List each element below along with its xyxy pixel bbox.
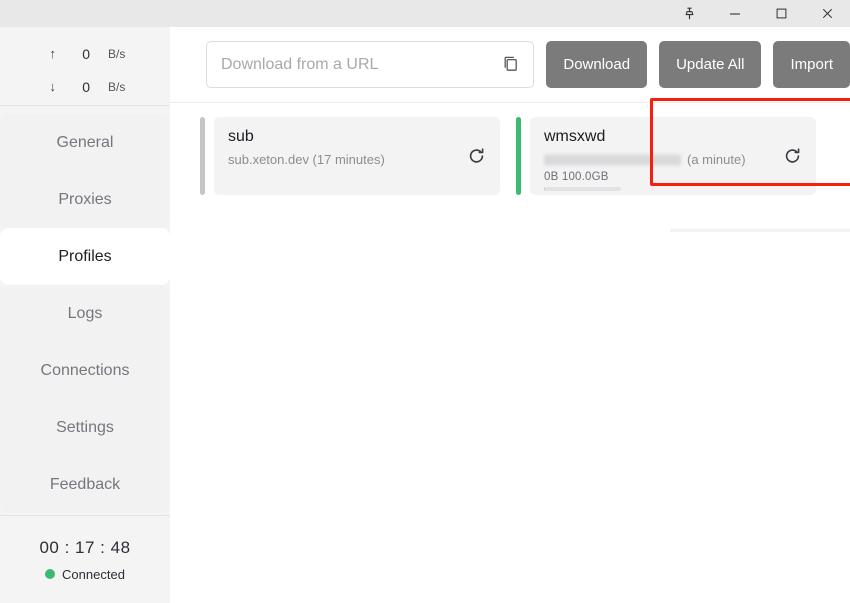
refresh-icon[interactable] <box>783 147 802 166</box>
speed-indicator: ↑ 0 B/s ↓ 0 B/s <box>0 27 170 106</box>
profile-accent-bar <box>516 117 521 195</box>
profiles-toolbar: Download Update All Import <box>170 27 850 103</box>
usage-meter-fill <box>544 187 545 191</box>
sidebar-item-label: Settings <box>56 418 114 436</box>
app-window: ↑ 0 B/s ↓ 0 B/s General Proxies Profiles <box>0 0 850 603</box>
profile-source-url: sub.xeton.dev (17 minutes) <box>228 152 385 167</box>
upload-speed-value: 0 <box>82 45 90 62</box>
sidebar-item-label: Profiles <box>58 247 112 265</box>
horizontal-scrollbar[interactable] <box>670 229 850 232</box>
upload-speed-row: ↑ 0 B/s <box>0 37 170 70</box>
sidebar-item-label: General <box>56 133 114 151</box>
status-dot-icon <box>45 569 56 579</box>
profile-subtitle: (a minute) <box>544 151 802 168</box>
redacted-url <box>544 153 681 166</box>
url-input-wrapper <box>206 41 535 88</box>
refresh-icon[interactable] <box>467 147 486 166</box>
profile-update-time: (a minute) <box>687 152 746 167</box>
maximize-icon[interactable] <box>758 0 804 27</box>
download-speed-value: 0 <box>82 78 90 95</box>
url-input[interactable] <box>206 41 535 88</box>
sidebar: ↑ 0 B/s ↓ 0 B/s General Proxies Profiles <box>0 27 170 603</box>
profile-title: wmsxwd <box>544 128 606 145</box>
profile-card[interactable]: sub sub.xeton.dev (17 minutes) <box>200 117 500 195</box>
download-speed-row: ↓ 0 B/s <box>0 70 170 103</box>
usage-meter <box>544 187 621 191</box>
sidebar-item-label: Connections <box>40 361 130 379</box>
connection-status-panel: 00 : 17 : 48 Connected <box>0 515 170 603</box>
main-content: Download Update All Import sub sub.xeton… <box>170 27 850 603</box>
import-button[interactable]: Import <box>773 41 850 88</box>
profile-usage: 0B 100.0GB <box>544 171 609 183</box>
upload-arrow-icon: ↑ <box>49 46 57 61</box>
status-label: Connected <box>62 566 125 582</box>
sidebar-item-connections[interactable]: Connections <box>0 342 170 399</box>
profile-accent-bar <box>200 117 205 195</box>
sidebar-nav-group-bottom: Logs Connections Settings Feedback <box>0 285 170 513</box>
sidebar-nav-group-top: General Proxies <box>0 114 170 228</box>
profile-title: sub <box>228 128 254 145</box>
sidebar-item-profiles[interactable]: Profiles <box>0 228 170 285</box>
window-titlebar <box>0 0 850 27</box>
minimize-icon[interactable] <box>712 0 758 27</box>
status-badge: Connected <box>45 567 125 582</box>
download-arrow-icon: ↓ <box>49 79 57 94</box>
profile-subtitle: sub.xeton.dev (17 minutes) <box>228 151 486 168</box>
profile-card[interactable]: wmsxwd (a minute) 0B 100.0GB <box>516 117 816 195</box>
profile-card-body[interactable]: sub sub.xeton.dev (17 minutes) <box>214 117 500 195</box>
profile-card-body[interactable]: wmsxwd (a minute) 0B 100.0GB <box>530 117 816 195</box>
pin-icon[interactable] <box>666 0 712 27</box>
update-all-button[interactable]: Update All <box>659 41 762 88</box>
session-timer: 00 : 17 : 48 <box>39 537 131 557</box>
copy-icon[interactable] <box>501 54 521 74</box>
sidebar-nav: General Proxies Profiles Logs Connection… <box>0 106 170 515</box>
upload-speed-unit: B/s <box>108 46 126 61</box>
download-speed-unit: B/s <box>108 79 126 94</box>
sidebar-item-settings[interactable]: Settings <box>0 399 170 456</box>
sidebar-item-logs[interactable]: Logs <box>0 285 170 342</box>
download-button[interactable]: Download <box>546 41 648 88</box>
profiles-list: sub sub.xeton.dev (17 minutes) wmsxwd (a… <box>170 98 850 195</box>
sidebar-item-proxies[interactable]: Proxies <box>0 171 170 228</box>
close-icon[interactable] <box>804 0 850 27</box>
sidebar-item-general[interactable]: General <box>0 114 170 171</box>
sidebar-item-label: Proxies <box>58 190 112 208</box>
sidebar-item-feedback[interactable]: Feedback <box>0 456 170 513</box>
sidebar-item-label: Logs <box>67 304 103 322</box>
sidebar-item-label: Feedback <box>49 475 121 493</box>
